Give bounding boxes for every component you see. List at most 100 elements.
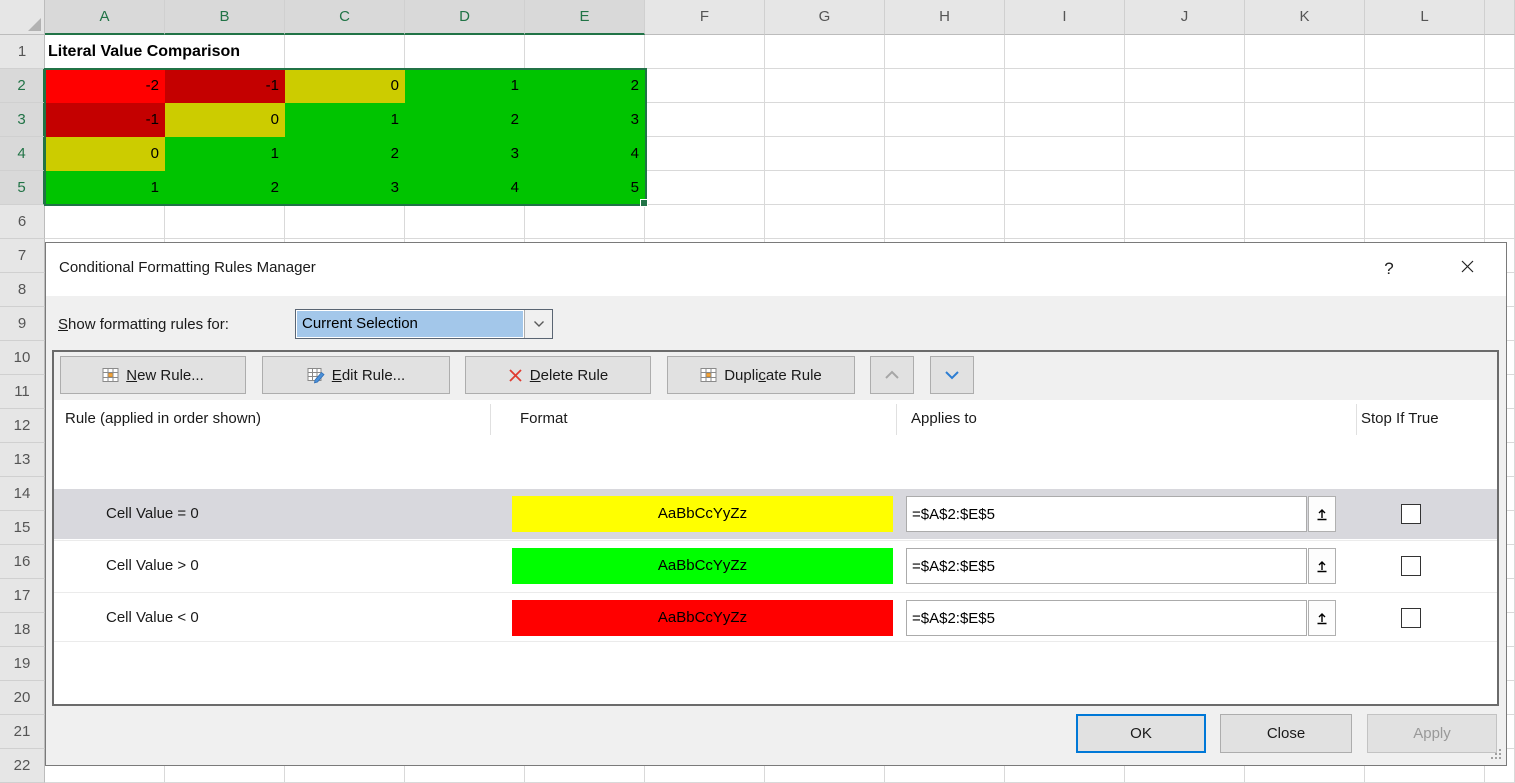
cell-x3[interactable]: [1485, 103, 1515, 137]
column-header-K[interactable]: K: [1245, 0, 1365, 35]
row-header-6[interactable]: 6: [0, 205, 45, 239]
cell-F4[interactable]: [645, 137, 765, 171]
new-rule-button[interactable]: New Rule...: [60, 356, 246, 394]
cell-D4[interactable]: 3: [405, 137, 525, 171]
cell-A6[interactable]: [45, 205, 165, 239]
row-header-5[interactable]: 5: [0, 171, 45, 205]
rule-row-cell-value-gt-0[interactable]: Cell Value > 0 AaBbCcYyZz: [54, 540, 1497, 590]
move-rule-up-button[interactable]: [870, 356, 914, 394]
cell-L4[interactable]: [1365, 137, 1485, 171]
cell-B3[interactable]: 0: [165, 103, 285, 137]
cell-L3[interactable]: [1365, 103, 1485, 137]
cell-x1[interactable]: [1485, 35, 1515, 69]
row-header-15[interactable]: 15: [0, 511, 45, 545]
cell-K3[interactable]: [1245, 103, 1365, 137]
cell-F2[interactable]: [645, 69, 765, 103]
resize-grip[interactable]: [1490, 747, 1502, 764]
column-header-D[interactable]: D: [405, 0, 525, 35]
cell-J4[interactable]: [1125, 137, 1245, 171]
row-header-22[interactable]: 22: [0, 749, 45, 783]
cell-H6[interactable]: [885, 205, 1005, 239]
cell-B4[interactable]: 1: [165, 137, 285, 171]
cell-K4[interactable]: [1245, 137, 1365, 171]
cell-x5[interactable]: [1485, 171, 1515, 205]
stop-if-true-checkbox[interactable]: [1401, 556, 1421, 576]
rule-row-cell-value-eq-0[interactable]: Cell Value = 0 AaBbCcYyZz: [54, 489, 1497, 539]
column-header-L[interactable]: L: [1365, 0, 1485, 35]
cell-A3[interactable]: -1: [45, 103, 165, 137]
cell-I1[interactable]: [1005, 35, 1125, 69]
column-header-G[interactable]: G: [765, 0, 885, 35]
row-header-21[interactable]: 21: [0, 715, 45, 749]
cell-C2[interactable]: 0: [285, 69, 405, 103]
collapse-range-button[interactable]: [1308, 496, 1336, 532]
select-all-corner[interactable]: [0, 0, 45, 35]
column-header-E[interactable]: E: [525, 0, 645, 35]
cell-D1[interactable]: [405, 35, 525, 69]
apply-button[interactable]: Apply: [1367, 714, 1497, 753]
row-header-18[interactable]: 18: [0, 613, 45, 647]
cell-E5[interactable]: 5: [525, 171, 645, 205]
cell-C6[interactable]: [285, 205, 405, 239]
collapse-range-button[interactable]: [1308, 548, 1336, 584]
cell-I3[interactable]: [1005, 103, 1125, 137]
cell-F6[interactable]: [645, 205, 765, 239]
cell-J3[interactable]: [1125, 103, 1245, 137]
cell-C1[interactable]: [285, 35, 405, 69]
row-header-7[interactable]: 7: [0, 239, 45, 273]
row-header-17[interactable]: 17: [0, 579, 45, 613]
column-header-H[interactable]: H: [885, 0, 1005, 35]
cell-H2[interactable]: [885, 69, 1005, 103]
cell-C4[interactable]: 2: [285, 137, 405, 171]
move-rule-down-button[interactable]: [930, 356, 974, 394]
cell-A4[interactable]: 0: [45, 137, 165, 171]
row-header-16[interactable]: 16: [0, 545, 45, 579]
column-header-A[interactable]: A: [45, 0, 165, 35]
show-rules-for-dropdown[interactable]: Current Selection: [295, 309, 553, 339]
cell-F5[interactable]: [645, 171, 765, 205]
cell-A2[interactable]: -2: [45, 69, 165, 103]
row-header-9[interactable]: 9: [0, 307, 45, 341]
column-header-B[interactable]: B: [165, 0, 285, 35]
cell-E4[interactable]: 4: [525, 137, 645, 171]
column-header-C[interactable]: C: [285, 0, 405, 35]
cell-F3[interactable]: [645, 103, 765, 137]
row-header-11[interactable]: 11: [0, 375, 45, 409]
cell-B6[interactable]: [165, 205, 285, 239]
cell-I4[interactable]: [1005, 137, 1125, 171]
cell-E3[interactable]: 3: [525, 103, 645, 137]
applies-to-input[interactable]: [906, 600, 1307, 636]
row-header-12[interactable]: 12: [0, 409, 45, 443]
cell-A5[interactable]: 1: [45, 171, 165, 205]
cell-G3[interactable]: [765, 103, 885, 137]
cell-x6[interactable]: [1485, 205, 1515, 239]
cell-I5[interactable]: [1005, 171, 1125, 205]
cell-C3[interactable]: 1: [285, 103, 405, 137]
row-header-2[interactable]: 2: [0, 69, 45, 103]
ok-button[interactable]: OK: [1076, 714, 1206, 753]
row-header-10[interactable]: 10: [0, 341, 45, 375]
cell-C5[interactable]: 3: [285, 171, 405, 205]
cell-G1[interactable]: [765, 35, 885, 69]
column-header-I[interactable]: I: [1005, 0, 1125, 35]
cell-G6[interactable]: [765, 205, 885, 239]
cell-J6[interactable]: [1125, 205, 1245, 239]
cell-E1[interactable]: [525, 35, 645, 69]
column-header-J[interactable]: J: [1125, 0, 1245, 35]
cell-L6[interactable]: [1365, 205, 1485, 239]
row-header-8[interactable]: 8: [0, 273, 45, 307]
cell-D5[interactable]: 4: [405, 171, 525, 205]
cell-G2[interactable]: [765, 69, 885, 103]
cell-H4[interactable]: [885, 137, 1005, 171]
cell-D3[interactable]: 2: [405, 103, 525, 137]
cell-J5[interactable]: [1125, 171, 1245, 205]
cell-B2[interactable]: -1: [165, 69, 285, 103]
selection-fill-handle[interactable]: [640, 199, 648, 207]
applies-to-input[interactable]: [906, 496, 1307, 532]
cell-I6[interactable]: [1005, 205, 1125, 239]
row-header-19[interactable]: 19: [0, 647, 45, 681]
row-header-1[interactable]: 1: [0, 35, 45, 69]
cell-D6[interactable]: [405, 205, 525, 239]
rule-row-cell-value-lt-0[interactable]: Cell Value < 0 AaBbCcYyZz: [54, 592, 1497, 642]
cell-L1[interactable]: [1365, 35, 1485, 69]
